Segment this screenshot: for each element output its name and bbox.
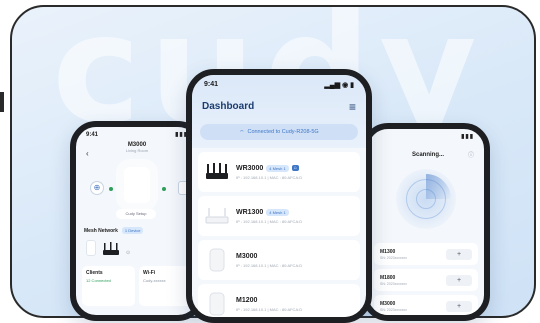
- router-black-image: [204, 157, 230, 187]
- device-meta: IP : 192.168.10.1 | MAC : 80:AFCA:D: [236, 174, 303, 180]
- topology-diagram: ⊕ Cudy Setup: [76, 157, 198, 219]
- status-time: 9:41: [86, 131, 99, 138]
- device-meta: IP : 192.168.10.1 | MAC : 80:AFCA:D: [236, 262, 303, 268]
- device-serial: SN: 2023xxxxxxx: [380, 281, 407, 286]
- status-bar: ▮▮▮: [368, 129, 484, 140]
- connection-text: Connected to Cudy-R208-5G: [247, 129, 319, 135]
- device-name: M1200: [236, 296, 258, 304]
- device-row[interactable]: WR3000 4 Mesh 1 ⌂ IP : 192.168.10.1 | MA…: [198, 152, 360, 192]
- card-title: Wi-Fi: [143, 270, 156, 276]
- device-name: M1300: [380, 248, 396, 255]
- status-dot: [109, 187, 113, 191]
- signal-icon: ▮▮▮: [461, 134, 474, 140]
- clients-card[interactable]: Clients 12 Connected: [82, 266, 135, 306]
- device-row[interactable]: M1200 IP : 192.168.10.1 | MAC : 80:AFCA:…: [198, 284, 360, 317]
- hamburger-menu-icon[interactable]: ≡: [349, 101, 356, 113]
- mesh-node-image: [124, 167, 150, 203]
- status-bar: 9:41 ▂▄▆ ◉ ▮: [192, 75, 366, 89]
- phone-device-detail: 9:41 ▮▮▮ ‹ M3000 Living Room ⊕ Cudy Setu…: [70, 121, 204, 321]
- device-row[interactable]: M3000 IP : 192.168.10.1 | MAC : 80:AFCA:…: [198, 240, 360, 280]
- frame-notch: [0, 92, 4, 112]
- device-name: WR3000: [236, 164, 264, 172]
- router-icon[interactable]: [102, 242, 120, 256]
- scan-header: Scanning... ⓘ: [368, 140, 484, 160]
- status-bar: 9:41 ▮▮▮: [76, 127, 198, 139]
- mesh-network-header: Mesh Network 1 Device: [76, 219, 198, 234]
- connection-banner[interactable]: ⌔ Connected to Cudy-R208-5G: [200, 124, 358, 140]
- setup-pill[interactable]: Cudy Setup: [116, 209, 156, 219]
- device-meta: IP : 192.168.10.1 | MAC : 80:AFCA:D: [236, 306, 303, 312]
- mesh-node-thumb[interactable]: [86, 240, 96, 256]
- device-row[interactable]: WR1300 4 Mesh 1 IP : 192.168.10.1 | MAC …: [198, 196, 360, 236]
- globe-icon: ⊕: [90, 181, 104, 195]
- status-time: 9:41: [204, 81, 219, 88]
- list-item: M3000 SN: 2023xxxxxxx +: [374, 295, 478, 315]
- device-name: M3000: [236, 252, 258, 260]
- mesh-badge: 4 Mesh 1: [266, 164, 289, 172]
- title-row: Dashboard ≡: [192, 89, 366, 113]
- phone-scanning: ▮▮▮ Scanning... ⓘ M1300 SN: 2023xxxxxxx …: [362, 123, 490, 321]
- signal-icon: ▂▄▆ ◉ ▮: [324, 82, 354, 89]
- device-name: M1800: [380, 274, 396, 281]
- help-circle-icon[interactable]: ⓘ: [468, 150, 474, 159]
- mesh-device-list: ⊙: [76, 234, 198, 262]
- status-dot: [162, 187, 166, 191]
- wifi-card[interactable]: Wi-Fi Cudy-xxxxxx: [139, 266, 192, 306]
- device-list: WR3000 4 Mesh 1 ⌂ IP : 192.168.10.1 | MA…: [192, 152, 366, 317]
- page-title: Dashboard: [202, 101, 255, 112]
- device-subtitle: Living Room: [125, 148, 149, 153]
- phone-dashboard: 9:41 ▂▄▆ ◉ ▮ Dashboard ≡ ⌔ Connected to …: [186, 69, 372, 323]
- main-router-icon: ⌂: [291, 165, 299, 171]
- found-device-list: M1300 SN: 2023xxxxxxx + M1800 SN: 2023xx…: [368, 229, 484, 315]
- router-white-image: [204, 201, 230, 231]
- add-device-button[interactable]: +: [446, 300, 472, 312]
- more-icon[interactable]: ⊙: [126, 250, 130, 256]
- section-label: Mesh Network: [84, 227, 118, 234]
- page-frame: cudy 9:41 ▮▮▮ ‹ M3000 Living Room ⊕ Cudy…: [0, 0, 540, 323]
- add-device-button[interactable]: +: [446, 248, 472, 260]
- radar-graphic: [396, 169, 456, 229]
- card-line: Cudy-xxxxxx: [143, 278, 166, 283]
- list-item: M1300 SN: 2023xxxxxxx +: [374, 243, 478, 265]
- device-meta: IP : 192.168.10.1 | MAC : 80:AFCA:D: [236, 218, 303, 224]
- device-name: M3000: [380, 300, 396, 307]
- radar-sweep: [426, 174, 451, 199]
- mesh-node-image: [204, 289, 230, 317]
- card-sub: 12 Connected: [86, 278, 111, 283]
- scan-title: Scanning...: [412, 151, 445, 158]
- mesh-badge: 4 Mesh 1: [266, 208, 289, 216]
- device-serial: SN: 2023xxxxxxx: [380, 255, 407, 260]
- list-item: M1800 SN: 2023xxxxxxx +: [374, 269, 478, 291]
- device-serial: SN: 2023xxxxxxx: [380, 307, 407, 312]
- wifi-icon: ⌔: [239, 129, 245, 136]
- add-device-button[interactable]: +: [446, 274, 472, 286]
- info-cards: Clients 12 Connected Wi-Fi Cudy-xxxxxx: [76, 262, 198, 310]
- card-title: Clients: [86, 270, 103, 276]
- section-tag: 1 Device: [121, 227, 144, 234]
- dashboard-header: 9:41 ▂▄▆ ◉ ▮ Dashboard ≡ ⌔ Connected to …: [192, 75, 366, 148]
- mesh-node-image: [204, 245, 230, 275]
- device-name: WR1300: [236, 208, 264, 216]
